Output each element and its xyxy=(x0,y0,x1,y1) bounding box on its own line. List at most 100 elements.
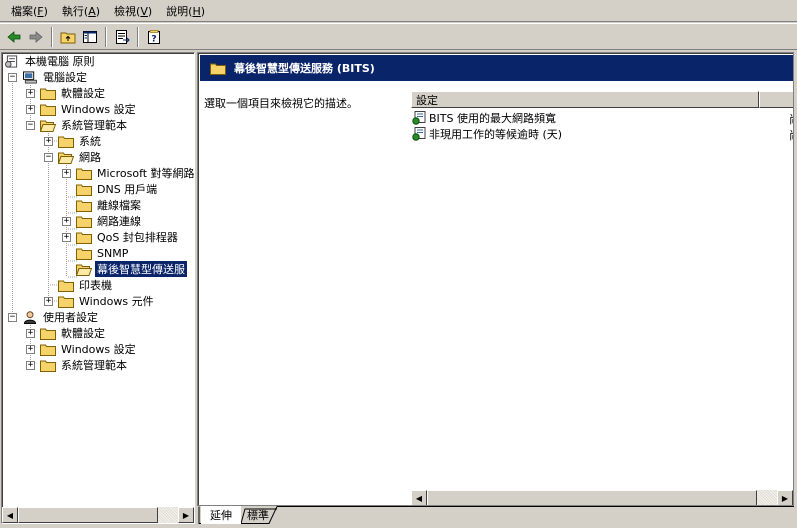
menu-action[interactable]: 執行(A) xyxy=(55,1,107,21)
scroll-track[interactable] xyxy=(757,490,777,505)
menu-help[interactable]: 說明(H) xyxy=(159,1,212,21)
open-folder-icon xyxy=(76,264,92,276)
arrow-left-icon: ◀ xyxy=(6,510,14,520)
folder-icon xyxy=(76,232,92,244)
folder-icon xyxy=(40,360,56,372)
tab-outline xyxy=(198,506,794,524)
show-hide-tree-button[interactable] xyxy=(79,26,101,48)
menu-view[interactable]: 檢視(V) xyxy=(107,1,159,21)
tree-label: 軟體設定 xyxy=(61,327,105,340)
tree-network[interactable]: − 網路 xyxy=(44,149,103,165)
view-tabs: 延伸 標準 xyxy=(197,506,794,526)
collapse-toggle[interactable]: − xyxy=(26,120,35,130)
expand-toggle[interactable]: + xyxy=(44,296,53,306)
tree-label: 印表機 xyxy=(79,279,112,292)
tree-user-windows-settings[interactable]: + Windows 設定 xyxy=(26,341,138,357)
toolbar: ? xyxy=(0,23,797,50)
user-icon xyxy=(23,310,37,324)
folder-icon xyxy=(58,296,74,308)
tree-windows-settings[interactable]: + Windows 設定 xyxy=(26,101,138,117)
tree-user-config[interactable]: − 使用者設定 xyxy=(8,309,100,325)
column-header-setting[interactable]: 設定 xyxy=(411,91,759,108)
tree-root-label: 本機電腦 原則 xyxy=(25,55,95,68)
folder-icon xyxy=(210,63,226,75)
tree-computer-config[interactable]: − 電腦設定 xyxy=(8,69,89,85)
scroll-right-button[interactable]: ▶ xyxy=(777,490,793,505)
scroll-left-button[interactable]: ◀ xyxy=(2,507,18,523)
menu-file[interactable]: 檔案(F) xyxy=(4,1,55,21)
tree-offline-files[interactable]: 離線檔案 xyxy=(62,197,143,213)
tree-user-admin-templates[interactable]: + 系統管理範本 xyxy=(26,357,129,373)
tree-user-software-settings[interactable]: + 軟體設定 xyxy=(26,325,107,341)
tree-qos[interactable]: + QoS 封包排程器 xyxy=(62,229,180,245)
back-button[interactable] xyxy=(3,26,25,48)
tree-microsoft-p2p[interactable]: + Microsoft 對等網路 xyxy=(62,165,195,181)
tree-label: 網路連線 xyxy=(97,215,141,228)
tree-label: 系統管理範本 xyxy=(61,359,127,372)
column-header-state[interactable] xyxy=(759,91,793,108)
list-header: 設定 xyxy=(411,91,793,108)
tree-root[interactable]: 本機電腦 原則 xyxy=(4,53,97,69)
arrow-right-icon: ▶ xyxy=(182,510,190,520)
scroll-track[interactable] xyxy=(158,507,178,523)
toolbar-separator xyxy=(105,26,107,47)
tree-printers[interactable]: 印表機 xyxy=(44,277,114,293)
list-item[interactable]: 非現用工作的等候逾時 (天) xyxy=(412,126,562,142)
expand-toggle[interactable]: + xyxy=(26,328,35,338)
tree-label: QoS 封包排程器 xyxy=(97,231,178,244)
tree-bits[interactable]: 幕後智慧型傳送服 xyxy=(62,261,187,277)
tab-label: 標準 xyxy=(247,509,269,522)
expand-toggle[interactable]: + xyxy=(62,216,71,226)
list-horizontal-scrollbar[interactable]: ◀ ▶ xyxy=(411,490,793,505)
folder-icon xyxy=(40,88,56,100)
forward-button[interactable] xyxy=(25,26,47,48)
tree-horizontal-scrollbar[interactable]: ◀ ▶ xyxy=(2,507,194,523)
collapse-toggle[interactable]: − xyxy=(8,312,17,322)
list-item[interactable]: BITS 使用的最大網路頻寬 xyxy=(412,110,556,126)
scroll-left-button[interactable]: ◀ xyxy=(411,490,427,505)
folder-icon xyxy=(76,168,92,180)
folder-icon xyxy=(58,280,74,292)
menu-bar: 檔案(F) 執行(A) 檢視(V) 說明(H) xyxy=(0,0,797,22)
svg-text:?: ? xyxy=(151,34,156,44)
tree-admin-templates[interactable]: − 系統管理範本 xyxy=(26,117,129,133)
tree-pane[interactable]: 本機電腦 原則 − 電腦設定 + 軟體設定 + Windows 設定 − 系統管… xyxy=(1,52,195,524)
tab-standard[interactable]: 標準 xyxy=(243,506,273,524)
expand-toggle[interactable]: + xyxy=(26,360,35,370)
tree-system[interactable]: + 系統 xyxy=(44,133,103,149)
expand-toggle[interactable]: + xyxy=(26,88,35,98)
policy-setting-icon xyxy=(412,127,426,141)
expand-toggle[interactable]: + xyxy=(26,104,35,114)
tree-dns-client[interactable]: DNS 用戶端 xyxy=(62,181,159,197)
collapse-toggle[interactable]: − xyxy=(44,152,53,162)
expand-toggle[interactable]: + xyxy=(26,344,35,354)
folder-icon xyxy=(40,104,56,116)
scroll-right-button[interactable]: ▶ xyxy=(178,507,194,523)
tree-windows-components[interactable]: + Windows 元件 xyxy=(44,293,156,309)
expand-toggle[interactable]: + xyxy=(62,168,71,178)
collapse-toggle[interactable]: − xyxy=(8,72,17,82)
tree-label: Windows 元件 xyxy=(79,295,154,308)
tree-label: Windows 設定 xyxy=(61,343,136,356)
tree-network-connections[interactable]: + 網路連線 xyxy=(62,213,143,229)
tab-extended[interactable]: 延伸 xyxy=(201,506,241,524)
help-button[interactable]: ? xyxy=(143,26,165,48)
export-list-button[interactable] xyxy=(111,26,133,48)
folder-icon xyxy=(40,328,56,340)
scroll-thumb[interactable] xyxy=(427,490,757,505)
tree-snmp[interactable]: SNMP xyxy=(62,245,130,261)
expand-toggle[interactable]: + xyxy=(44,136,53,146)
up-level-button[interactable] xyxy=(57,26,79,48)
arrow-right-icon: ▶ xyxy=(781,493,789,503)
tree-label: 系統 xyxy=(79,135,101,148)
expand-toggle[interactable]: + xyxy=(62,232,71,242)
tree-label-selected: 幕後智慧型傳送服 xyxy=(95,261,187,277)
arrow-left-icon: ◀ xyxy=(415,493,423,503)
tree-software-settings[interactable]: + 軟體設定 xyxy=(26,85,107,101)
policy-icon xyxy=(5,54,18,68)
policy-setting-icon xyxy=(412,111,426,125)
folder-icon xyxy=(76,216,92,228)
details-header: 幕後智慧型傳送服務 (BITS) xyxy=(200,55,793,81)
scroll-thumb[interactable] xyxy=(18,507,158,523)
tree-label: Microsoft 對等網路 xyxy=(97,167,195,180)
